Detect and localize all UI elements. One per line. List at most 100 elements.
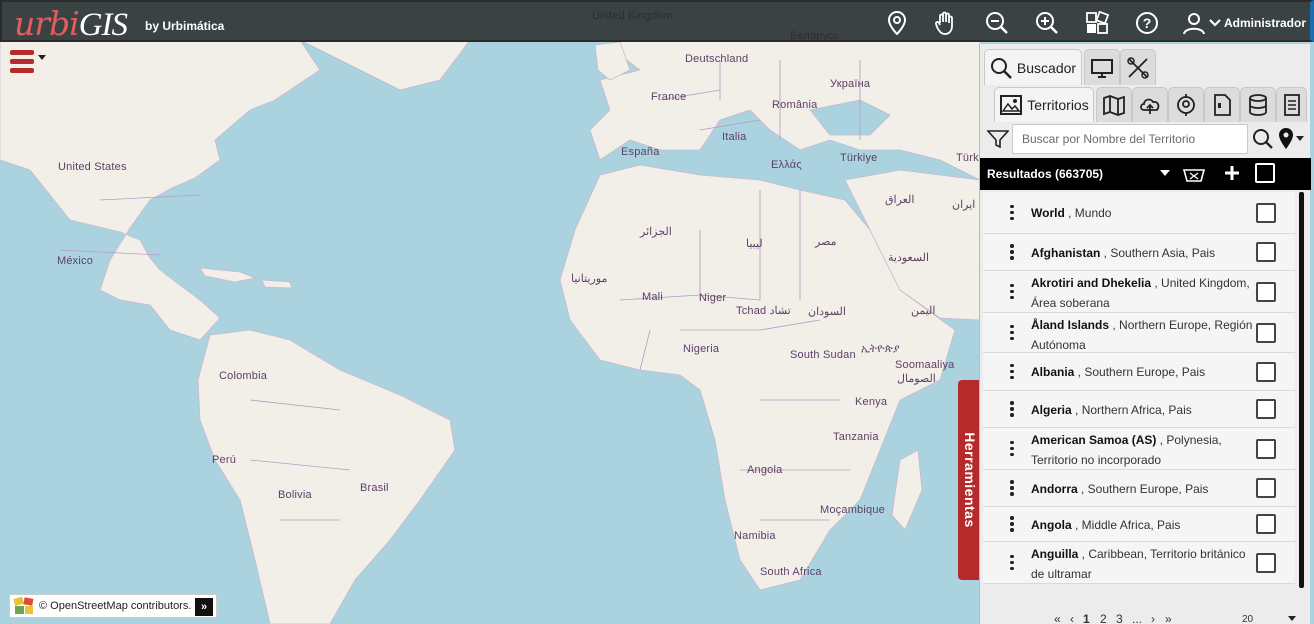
map-place-label: Moçambique	[820, 504, 885, 516]
result-row[interactable]: Angola , Middle Africa, Pais	[983, 507, 1295, 542]
row-menu-kebab-icon[interactable]	[1010, 516, 1014, 532]
list-icon	[1283, 94, 1300, 116]
result-detail: , Southern Europe, Pais	[1074, 365, 1206, 379]
result-row[interactable]: World , Mundo	[983, 192, 1295, 234]
tab-monitor[interactable]	[1084, 49, 1120, 85]
result-checkbox[interactable]	[1256, 242, 1276, 262]
result-checkbox[interactable]	[1256, 514, 1276, 534]
layers-icon[interactable]	[1084, 10, 1110, 36]
tab-tools[interactable]	[1120, 49, 1156, 85]
pan-hand-icon[interactable]	[932, 10, 958, 36]
result-row[interactable]: Albania , Southern Europe, Pais	[983, 353, 1295, 391]
tab-list[interactable]	[1276, 87, 1307, 122]
row-menu-kebab-icon[interactable]	[1010, 363, 1014, 380]
chevron-down-icon	[1209, 19, 1221, 27]
zoom-out-icon[interactable]	[984, 10, 1010, 36]
caret-down-icon[interactable]	[1296, 136, 1304, 142]
result-text: Andorra , Southern Europe, Pais	[1031, 479, 1259, 499]
app-logo[interactable]: urbiGIS	[14, 4, 128, 44]
app-byline: by Urbimática	[145, 19, 225, 33]
page-size-caret-icon[interactable]	[1288, 616, 1296, 622]
result-checkbox[interactable]	[1256, 478, 1276, 498]
map-attribution: © OpenStreetMap contributors. »	[9, 594, 217, 618]
map-place-label: Tanzania	[833, 431, 879, 443]
map-place-label: France	[651, 91, 687, 103]
result-checkbox[interactable]	[1256, 399, 1276, 419]
result-row[interactable]: Åland Islands , Northern Europe, Región …	[983, 313, 1295, 353]
row-menu-kebab-icon[interactable]	[1010, 283, 1014, 300]
result-row[interactable]: Akrotiri and Dhekelia , United Kingdom, …	[983, 271, 1295, 313]
map-place-label: Colombia	[219, 370, 268, 382]
map-place-label: Deutschland	[685, 53, 749, 65]
map-place-label: ایران	[952, 199, 976, 211]
result-text: Anguilla , Caribbean, Territorio británi…	[1031, 544, 1259, 584]
map-place-label: الجزائر	[640, 226, 672, 238]
territory-search-input[interactable]	[1012, 124, 1248, 154]
result-checkbox[interactable]	[1256, 322, 1276, 343]
attribution-toggle-button[interactable]: »	[195, 598, 213, 616]
map-place-label: United States	[58, 161, 127, 173]
row-menu-kebab-icon[interactable]	[1010, 204, 1014, 221]
pager-next[interactable]: ›	[1151, 612, 1155, 624]
location-pin-icon[interactable]	[1278, 127, 1294, 151]
tab-upload[interactable]	[1132, 87, 1168, 122]
tab-territorios[interactable]: Territorios	[994, 87, 1094, 122]
row-menu-kebab-icon[interactable]	[1010, 401, 1014, 417]
map-place-label: Angola	[747, 464, 783, 476]
result-checkbox[interactable]	[1256, 202, 1276, 223]
result-name: Åland Islands	[1031, 318, 1110, 332]
add-icon[interactable]	[1225, 166, 1239, 180]
help-icon[interactable]: ?	[1134, 10, 1160, 36]
row-menu-kebab-icon[interactable]	[1010, 554, 1014, 571]
sort-caret-icon[interactable]	[1160, 170, 1170, 178]
result-checkbox[interactable]	[1256, 361, 1276, 382]
result-row[interactable]: Andorra , Southern Europe, Pais	[983, 470, 1295, 507]
clear-basket-icon[interactable]	[1183, 165, 1205, 183]
result-checkbox[interactable]	[1256, 281, 1276, 302]
pager-last[interactable]: »	[1165, 612, 1172, 624]
map-place-label: Namibia	[734, 530, 776, 542]
results-count: Resultados (663705)	[987, 167, 1104, 181]
pager-page-1[interactable]: 1	[1083, 612, 1090, 624]
svg-text:?: ?	[1143, 15, 1152, 31]
result-row[interactable]: Afghanistan , Southern Asia, Pais	[983, 234, 1295, 271]
result-row[interactable]: Anguilla , Caribbean, Territorio británi…	[983, 542, 1295, 584]
row-menu-kebab-icon[interactable]	[1010, 324, 1014, 341]
page-size-select[interactable]: 20	[1242, 614, 1253, 624]
map-place-label: Tchad تشاد	[736, 305, 791, 317]
tab-location[interactable]	[1168, 87, 1204, 122]
map-place-label: România	[772, 99, 818, 111]
result-detail: , Southern Europe, Pais	[1077, 481, 1209, 496]
pager-first[interactable]: «	[1054, 612, 1061, 624]
zoom-in-icon[interactable]	[1034, 10, 1060, 36]
result-name: Akrotiri and Dhekelia	[1031, 276, 1152, 290]
map-place-label: Nigeria	[683, 343, 720, 355]
tab-documents[interactable]	[1204, 87, 1240, 122]
user-menu[interactable]: Administrador	[1182, 10, 1306, 36]
row-menu-kebab-icon[interactable]	[1010, 244, 1014, 260]
result-checkbox[interactable]	[1256, 438, 1276, 459]
pager-page-2[interactable]: 2	[1100, 612, 1107, 624]
result-text: Akrotiri and Dhekelia , United Kingdom, …	[1031, 273, 1259, 313]
map-place-label: ليبيا	[746, 238, 763, 250]
result-checkbox[interactable]	[1256, 552, 1276, 573]
search-icon[interactable]	[1252, 128, 1274, 150]
pager-page-3[interactable]: 3	[1116, 612, 1123, 624]
row-menu-kebab-icon[interactable]	[1010, 480, 1014, 496]
results-scrollbar[interactable]	[1299, 192, 1304, 588]
result-row[interactable]: American Samoa (AS) , Polynesia, Territo…	[983, 428, 1295, 470]
pager-prev[interactable]: ‹	[1070, 612, 1074, 624]
filter-icon[interactable]	[987, 129, 1009, 149]
main-menu-button[interactable]	[10, 50, 48, 76]
top-bar: urbiGIS by Urbimática ? Administrador	[0, 0, 1314, 44]
map-place-label: الصومال	[897, 373, 936, 385]
tab-maps[interactable]	[1096, 87, 1132, 122]
tab-territorios-label: Territorios	[1027, 97, 1089, 113]
tab-buscador[interactable]: Buscador	[984, 49, 1082, 85]
map-pin-icon[interactable]	[884, 10, 910, 36]
result-row[interactable]: Algeria , Northern Africa, Pais	[983, 391, 1295, 428]
select-all-checkbox[interactable]	[1255, 163, 1275, 183]
row-menu-kebab-icon[interactable]	[1010, 440, 1014, 457]
tab-database[interactable]	[1240, 87, 1276, 122]
results-bar: Resultados (663705)	[980, 158, 1311, 190]
